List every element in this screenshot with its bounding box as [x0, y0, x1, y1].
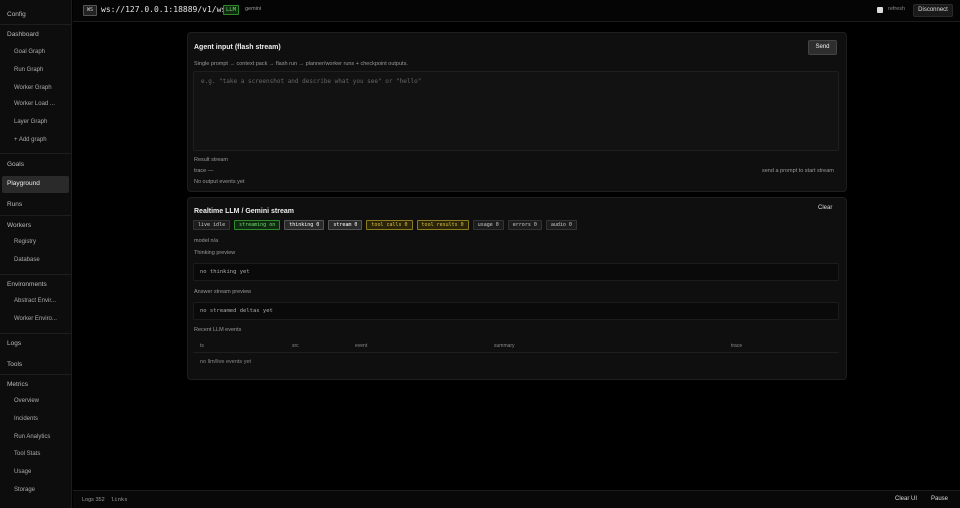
- refresh-checkbox[interactable]: [877, 7, 883, 13]
- sidebar-item-database[interactable]: Database: [14, 257, 40, 263]
- agent-input-title: Agent input (flash stream): [194, 44, 281, 51]
- pill-stream: stream 0: [328, 220, 363, 230]
- pill-live: live idle: [193, 220, 231, 230]
- footer-log-bar: Logs 352 links Clear UI Pause: [73, 490, 960, 508]
- no-output-text: No output events yet: [194, 179, 245, 185]
- sidebar-item-worker-graph[interactable]: Worker Graph: [14, 85, 52, 91]
- sidebar-section-workers[interactable]: Workers: [7, 222, 31, 229]
- agent-input-description: Single prompt → context pack → flash run…: [194, 61, 408, 67]
- col-trace[interactable]: trace: [731, 343, 742, 349]
- logs-count: Logs 352: [82, 497, 105, 503]
- clear-ui-button[interactable]: Clear UI: [895, 496, 917, 502]
- answer-empty-text: no streamed deltas yet: [200, 308, 273, 314]
- status-pills: live idle streaming on thinking 0 stream…: [193, 220, 577, 231]
- provider-label: gemini: [245, 6, 262, 12]
- thinking-empty-text: no thinking yet: [200, 269, 250, 275]
- sidebar: Config Dashboard Goal Graph Run Graph Wo…: [0, 0, 72, 508]
- sidebar-item-tools[interactable]: Tools: [7, 361, 22, 368]
- sidebar-item-goal-graph[interactable]: Goal Graph: [14, 49, 45, 55]
- recent-events-label: Recent LLM events: [194, 327, 242, 333]
- pill-streaming: streaming on: [234, 220, 281, 230]
- clear-button[interactable]: Clear: [818, 205, 832, 211]
- realtime-llm-panel: Realtime LLM / Gemini stream Clear live …: [187, 197, 847, 380]
- thinking-preview-box: no thinking yet: [193, 263, 839, 281]
- sidebar-item-run-analytics[interactable]: Run Analytics: [14, 434, 50, 440]
- stream-hint: send a prompt to start stream: [762, 168, 834, 174]
- sidebar-item-config[interactable]: Config: [7, 11, 26, 18]
- sidebar-section-metrics[interactable]: Metrics: [7, 381, 28, 388]
- trace-label: trace —: [194, 168, 214, 174]
- result-stream-label: Result stream: [194, 157, 228, 163]
- sidebar-section-dashboard[interactable]: Dashboard: [7, 31, 39, 38]
- disconnect-button[interactable]: Disconnect: [913, 4, 953, 17]
- sidebar-item-run-graph[interactable]: Run Graph: [14, 67, 43, 73]
- pill-thinking: thinking 0: [284, 220, 325, 230]
- events-table-header: ts src event summary trace: [193, 341, 839, 353]
- answer-preview-label: Answer stream preview: [194, 289, 252, 295]
- sidebar-item-runs[interactable]: Runs: [7, 201, 22, 208]
- sidebar-item-storage[interactable]: Storage: [14, 487, 35, 493]
- sidebar-divider: [0, 374, 71, 375]
- sidebar-item-registry[interactable]: Registry: [14, 239, 36, 245]
- sidebar-item-abstract-environments[interactable]: Abstract Envir...: [14, 298, 56, 304]
- col-ts[interactable]: ts: [200, 343, 204, 349]
- pill-usage: usage 0: [472, 220, 504, 230]
- sidebar-item-goals[interactable]: Goals: [7, 161, 24, 168]
- send-button[interactable]: Send: [808, 40, 837, 55]
- col-event[interactable]: event: [355, 343, 367, 349]
- sidebar-item-overview[interactable]: Overview: [14, 398, 39, 404]
- pause-button[interactable]: Pause: [931, 496, 948, 502]
- ws-badge: WS: [83, 5, 97, 16]
- sidebar-item-playground[interactable]: Playground: [2, 176, 69, 193]
- sidebar-divider: [0, 153, 71, 154]
- sidebar-item-tool-stats[interactable]: Tool Stats: [14, 451, 40, 457]
- sidebar-item-logs[interactable]: Logs: [7, 340, 21, 347]
- prompt-textarea[interactable]: e.g. "take a screenshot and describe wha…: [193, 71, 839, 151]
- llm-badge: LLM: [223, 5, 239, 15]
- logs-links[interactable]: links: [111, 497, 128, 503]
- sidebar-item-layer-graph[interactable]: Layer Graph: [14, 119, 47, 125]
- pill-tool-results: tool results 0: [416, 220, 469, 230]
- events-empty-row: no llm/live events yet: [200, 359, 252, 365]
- pill-tool-calls: tool calls 0: [366, 220, 413, 230]
- sidebar-item-usage[interactable]: Usage: [14, 469, 31, 475]
- sidebar-section-environments[interactable]: Environments: [7, 281, 47, 288]
- sidebar-divider: [0, 215, 71, 216]
- col-summary[interactable]: summary: [494, 343, 515, 349]
- thinking-preview-label: Thinking preview: [194, 250, 236, 256]
- pill-errors: errors 0: [507, 220, 542, 230]
- sidebar-item-incidents[interactable]: Incidents: [14, 416, 38, 422]
- col-src[interactable]: src: [292, 343, 299, 349]
- sidebar-divider: [0, 274, 71, 275]
- refresh-label: refresh: [888, 6, 906, 12]
- model-label: model n/a: [194, 238, 219, 244]
- pill-audio: audio 0: [545, 220, 577, 230]
- prompt-placeholder: e.g. "take a screenshot and describe wha…: [201, 78, 422, 85]
- sidebar-divider: [0, 24, 71, 25]
- sidebar-item-add-graph[interactable]: + Add graph: [14, 137, 47, 143]
- answer-preview-box: no streamed deltas yet: [193, 302, 839, 320]
- realtime-title: Realtime LLM / Gemini stream: [194, 208, 294, 215]
- topbar: WS ws://127.0.0.1:18889/v1/ws LLM gemini…: [73, 0, 960, 22]
- sidebar-item-worker-load[interactable]: Worker Load ...: [14, 101, 55, 107]
- sidebar-divider: [0, 333, 71, 334]
- sidebar-item-worker-environments[interactable]: Worker Enviro...: [14, 316, 57, 322]
- agent-input-panel: Agent input (flash stream) Send Single p…: [187, 32, 847, 192]
- ws-url: ws://127.0.0.1:18889/v1/ws: [101, 5, 227, 14]
